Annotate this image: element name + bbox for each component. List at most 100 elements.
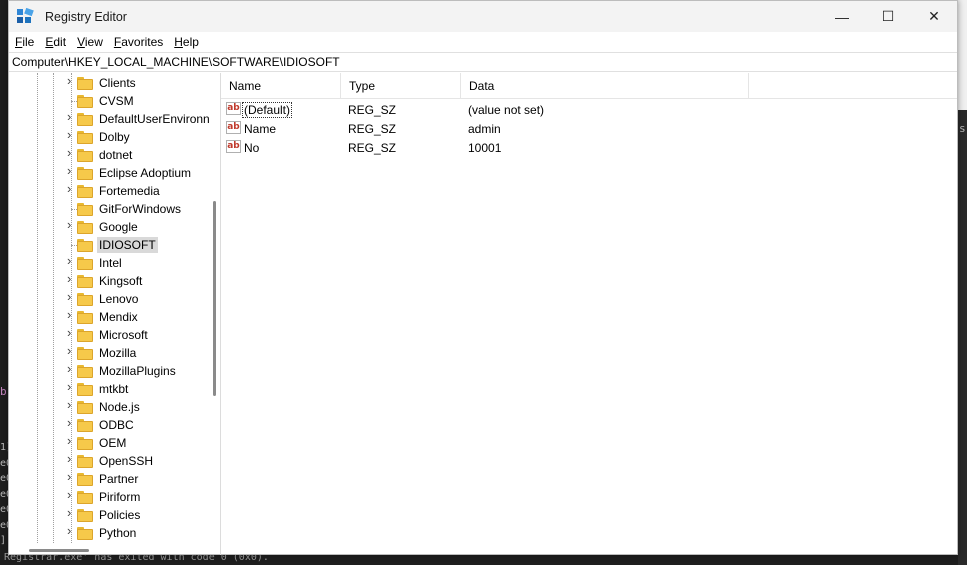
- title-bar[interactable]: Registry Editor — ☐ ✕: [9, 1, 957, 32]
- column-header-type[interactable]: Type: [341, 73, 461, 99]
- tree-item[interactable]: GitForWindows: [9, 200, 219, 218]
- tree-horizontal-scrollbar[interactable]: [29, 549, 89, 552]
- folder-icon: [77, 527, 93, 540]
- folder-icon: [77, 95, 93, 108]
- chevron-right-icon[interactable]: ›: [67, 308, 75, 321]
- address-bar[interactable]: Computer\HKEY_LOCAL_MACHINE\SOFTWARE\IDI…: [9, 52, 957, 72]
- tree-item-label: IDIOSOFT: [97, 237, 158, 253]
- folder-icon: [77, 329, 93, 342]
- tree-item[interactable]: › Node.js: [9, 398, 219, 416]
- tree-item-label: mtkbt: [99, 382, 129, 396]
- values-pane[interactable]: Name Type Data ab (Default) REG_SZ (value n…: [221, 73, 957, 555]
- chevron-right-icon[interactable]: ›: [67, 74, 75, 87]
- tree-item[interactable]: › Partner: [9, 470, 219, 488]
- tree-item[interactable]: › dotnet: [9, 146, 219, 164]
- menu-item-label: iew: [84, 35, 103, 49]
- chevron-right-icon[interactable]: ›: [67, 470, 75, 483]
- folder-icon: [77, 491, 93, 504]
- value-name: No: [244, 140, 260, 155]
- value-row[interactable]: ab Name REG_SZ admin: [221, 119, 741, 138]
- value-name: Name: [244, 121, 277, 136]
- tree-item[interactable]: › Mendix: [9, 308, 219, 326]
- column-header-name[interactable]: Name: [221, 73, 341, 99]
- menu-item-edit[interactable]: Edit: [40, 35, 71, 49]
- minimize-button[interactable]: —: [819, 1, 865, 32]
- key-tree-pane[interactable]: › Clients CVSM › DefaultUserEnvironn › Dolby › d…: [9, 73, 221, 555]
- tree-item-label: Policies: [99, 508, 141, 522]
- chevron-right-icon[interactable]: ›: [67, 380, 75, 393]
- tree-item[interactable]: › Policies: [9, 506, 219, 524]
- chevron-right-icon[interactable]: ›: [67, 434, 75, 447]
- close-button[interactable]: ✕: [911, 1, 957, 32]
- tree-item[interactable]: › Python: [9, 524, 219, 542]
- chevron-right-icon[interactable]: ›: [67, 524, 75, 537]
- tree-item[interactable]: › Lenovo: [9, 290, 219, 308]
- tree-item[interactable]: › Fortemedia: [9, 182, 219, 200]
- folder-icon: [77, 437, 93, 450]
- chevron-right-icon[interactable]: ›: [67, 452, 75, 465]
- tree-item-label: Eclipse Adoptium: [99, 166, 192, 180]
- tree-item[interactable]: IDIOSOFT: [9, 236, 219, 254]
- tree-item-label: Piriform: [99, 490, 141, 504]
- chevron-right-icon[interactable]: ›: [67, 254, 75, 267]
- tree-item[interactable]: › Intel: [9, 254, 219, 272]
- chevron-right-icon[interactable]: ›: [67, 326, 75, 339]
- folder-icon: [77, 293, 93, 306]
- menu-item-file[interactable]: File: [10, 35, 39, 49]
- tree-item-label: Fortemedia: [99, 184, 160, 198]
- chevron-right-icon[interactable]: ›: [67, 128, 75, 141]
- menu-item-view[interactable]: View: [72, 35, 108, 49]
- menu-item-favorites[interactable]: Favorites: [109, 35, 168, 49]
- background-text-right: s: [959, 122, 966, 135]
- window-controls: — ☐ ✕: [819, 1, 957, 32]
- chevron-right-icon[interactable]: ›: [67, 344, 75, 357]
- tree-item[interactable]: › Kingsoft: [9, 272, 219, 290]
- tree-item[interactable]: › DefaultUserEnvironn: [9, 110, 219, 128]
- chevron-right-icon[interactable]: ›: [67, 110, 75, 123]
- address-path[interactable]: Computer\HKEY_LOCAL_MACHINE\SOFTWARE\IDI…: [12, 55, 340, 69]
- chevron-right-icon[interactable]: ›: [67, 506, 75, 519]
- chevron-right-icon[interactable]: ›: [67, 272, 75, 285]
- registry-editor-icon: [17, 7, 34, 25]
- value-row[interactable]: ab No REG_SZ 10001: [221, 138, 741, 157]
- menu-item-help[interactable]: Help: [169, 35, 204, 49]
- tree-item[interactable]: › mtkbt: [9, 380, 219, 398]
- chevron-right-icon[interactable]: ›: [67, 182, 75, 195]
- maximize-button[interactable]: ☐: [865, 1, 911, 32]
- tree-item[interactable]: › Google: [9, 218, 219, 236]
- folder-icon: [77, 383, 93, 396]
- tree-item[interactable]: › Eclipse Adoptium: [9, 164, 219, 182]
- column-header-data[interactable]: Data: [461, 73, 749, 99]
- menu-item-label: ile: [22, 35, 35, 49]
- chevron-right-icon[interactable]: ›: [67, 290, 75, 303]
- menu-item-label: dit: [53, 35, 67, 49]
- value-row[interactable]: ab (Default) REG_SZ (value not set): [221, 100, 741, 119]
- chevron-right-icon[interactable]: ›: [67, 488, 75, 501]
- tree-item[interactable]: › MozillaPlugins: [9, 362, 219, 380]
- tree-item[interactable]: › OEM: [9, 434, 219, 452]
- chevron-right-icon[interactable]: ›: [67, 164, 75, 177]
- string-value-icon: ab: [226, 140, 241, 153]
- folder-icon: [77, 167, 93, 180]
- tree-item[interactable]: › Microsoft: [9, 326, 219, 344]
- tree-item[interactable]: › Clients: [9, 74, 219, 92]
- tree-item-label: Mozilla: [99, 346, 137, 360]
- tree-item[interactable]: › ODBC: [9, 416, 219, 434]
- tree-item-label: CVSM: [99, 94, 134, 108]
- tree-item[interactable]: › Mozilla: [9, 344, 219, 362]
- tree-item[interactable]: › Piriform: [9, 488, 219, 506]
- tree-item[interactable]: CVSM: [9, 92, 219, 110]
- folder-icon: [77, 113, 93, 126]
- tree-item[interactable]: › Dolby: [9, 128, 219, 146]
- chevron-right-icon[interactable]: ›: [67, 398, 75, 411]
- tree-vertical-scrollbar[interactable]: [213, 201, 216, 396]
- chevron-right-icon[interactable]: ›: [67, 146, 75, 159]
- folder-icon: [77, 257, 93, 270]
- tree-item-label: Kingsoft: [99, 274, 143, 288]
- tree-item-label: DefaultUserEnvironn: [99, 112, 210, 126]
- string-value-icon: ab: [226, 102, 241, 115]
- chevron-right-icon[interactable]: ›: [67, 416, 75, 429]
- chevron-right-icon[interactable]: ›: [67, 362, 75, 375]
- tree-item[interactable]: › OpenSSH: [9, 452, 219, 470]
- chevron-right-icon[interactable]: ›: [67, 218, 75, 231]
